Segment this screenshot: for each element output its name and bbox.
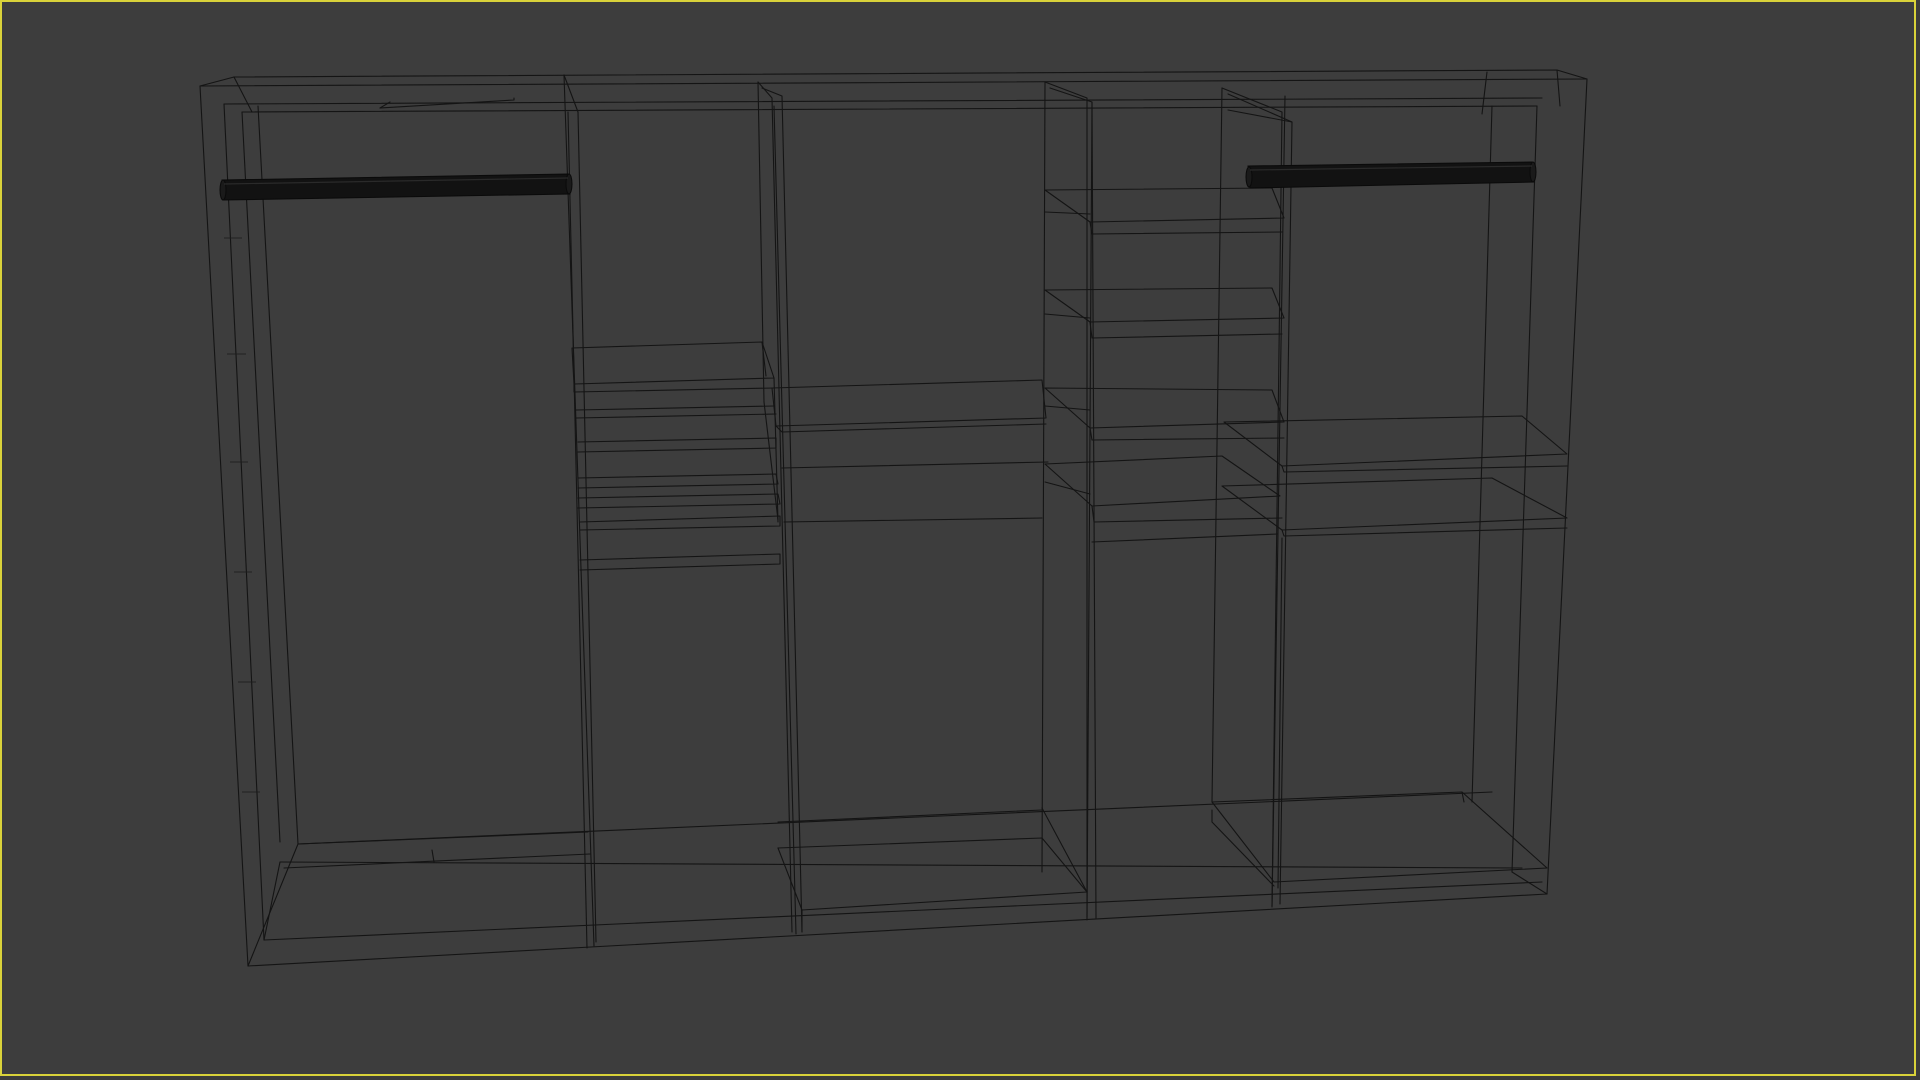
wardrobe-wireframe-model[interactable] xyxy=(2,2,1918,1078)
shelf-stack-right-center xyxy=(1044,187,1285,543)
shelf-stack-left-center xyxy=(571,341,781,571)
hanging-rod-right xyxy=(1245,161,1537,189)
viewport-canvas[interactable] xyxy=(2,2,1914,1074)
center-compartment xyxy=(771,379,1088,933)
divider-left xyxy=(563,74,597,949)
hanging-rod-left xyxy=(219,173,573,201)
active-viewport[interactable] xyxy=(0,0,1916,1076)
divider-center-left xyxy=(757,81,803,935)
wardrobe-outer-frame xyxy=(199,69,1588,967)
